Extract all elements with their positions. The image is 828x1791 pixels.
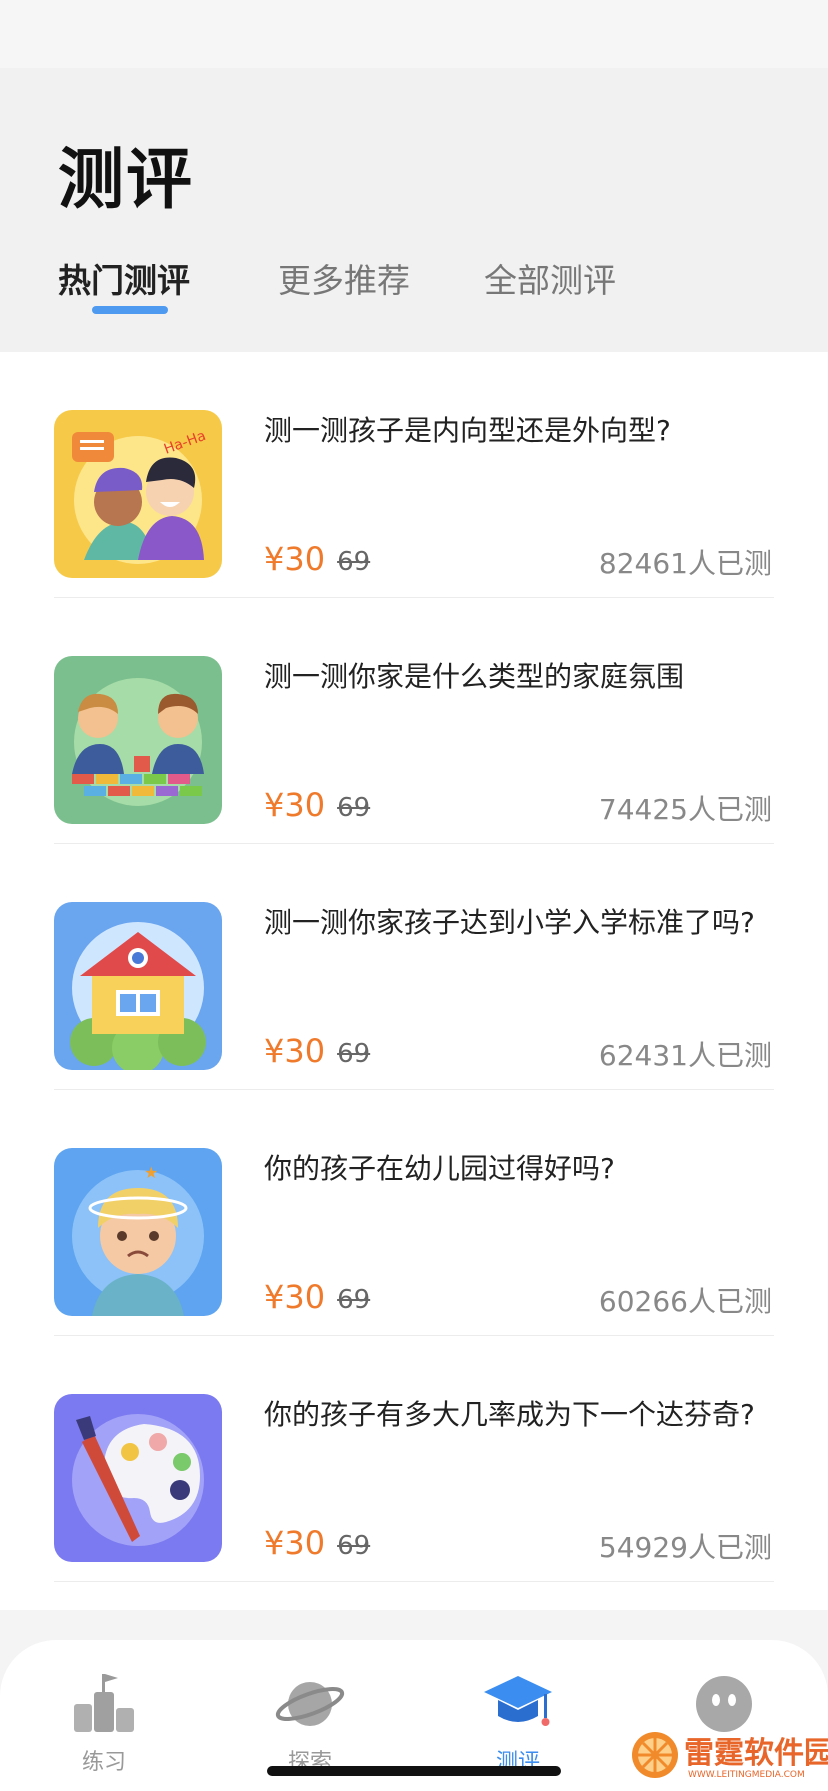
assessment-title: 你的孩子在幼儿园过得好吗? xyxy=(264,1152,615,1185)
assessment-list: Ha-Ha 测一测孩子是内向型还是外向型? ¥30 69 82461人已测 测一… xyxy=(0,352,828,1610)
price: ¥30 xyxy=(264,786,326,824)
assessment-title: 测一测你家是什么类型的家庭氛围 xyxy=(264,660,685,693)
watermark: 雷霆软件园 WWW.LEITINGMEDIA.COM xyxy=(630,1724,828,1786)
tab-all-assessments[interactable]: 全部测评 xyxy=(484,254,616,302)
divider xyxy=(54,1581,774,1582)
tab-explore[interactable]: 探索 xyxy=(250,1668,370,1778)
status-bar xyxy=(0,0,828,68)
price: ¥30 xyxy=(264,540,326,578)
assessment-card[interactable]: ★ 你的孩子在幼儿园过得好吗? ¥30 69 60266人已测 xyxy=(0,1090,828,1336)
tab-assessment[interactable]: 测评 xyxy=(458,1668,578,1778)
watermark-url: WWW.LEITINGMEDIA.COM xyxy=(688,1770,805,1780)
assessment-title: 测一测孩子是内向型还是外向型? xyxy=(264,414,671,447)
original-price: 69 xyxy=(337,793,371,823)
price: ¥30 xyxy=(264,1524,326,1562)
assessment-card[interactable]: 你的孩子有多大几率成为下一个达芬奇? ¥30 69 54929人已测 xyxy=(0,1336,828,1582)
participant-count: 62431人已测 xyxy=(598,1039,772,1072)
tab-more-recommendations[interactable]: 更多推荐 xyxy=(278,254,410,302)
tab-practice[interactable]: 练习 xyxy=(44,1668,164,1778)
price-row: ¥30 69 xyxy=(264,1278,370,1318)
original-price: 69 xyxy=(337,1039,371,1069)
kids-building-blocks-illustration xyxy=(54,656,222,824)
active-tab-indicator xyxy=(92,306,168,314)
original-price: 69 xyxy=(337,1285,371,1315)
price-row: ¥30 69 xyxy=(264,1032,370,1072)
page-title: 测评 xyxy=(58,141,194,218)
assessment-title: 测一测你家孩子达到小学入学标准了吗? xyxy=(264,906,755,939)
price-row: ¥30 69 xyxy=(264,786,370,826)
svg-text:★: ★ xyxy=(144,1163,158,1182)
participant-count: 60266人已测 xyxy=(598,1285,772,1318)
assessment-card[interactable]: Ha-Ha 测一测孩子是内向型还是外向型? ¥30 69 82461人已测 xyxy=(0,352,828,598)
tab-label: 练习 xyxy=(81,1750,126,1775)
two-kids-chatting-illustration: Ha-Ha xyxy=(54,410,222,578)
participant-count: 82461人已测 xyxy=(598,547,772,580)
participant-count: 74425人已测 xyxy=(598,793,772,826)
watermark-name: 雷霆软件园 xyxy=(684,1736,828,1771)
assessment-card[interactable]: 测一测你家是什么类型的家庭氛围 ¥30 69 74425人已测 xyxy=(0,598,828,844)
home-indicator xyxy=(267,1766,561,1776)
price: ¥30 xyxy=(264,1032,326,1070)
original-price: 69 xyxy=(337,547,371,577)
dizzy-child-illustration: ★ xyxy=(54,1148,222,1316)
paint-palette-illustration xyxy=(54,1394,222,1562)
planet-icon xyxy=(275,1682,345,1726)
orange-slice-logo-icon xyxy=(632,1732,678,1778)
assessment-card[interactable]: 测一测你家孩子达到小学入学标准了吗? ¥30 69 62431人已测 xyxy=(0,844,828,1090)
graduation-cap-icon xyxy=(484,1676,552,1726)
school-house-illustration xyxy=(54,902,222,1070)
assessment-title: 你的孩子有多大几率成为下一个达芬奇? xyxy=(264,1398,755,1431)
podium-flag-icon xyxy=(74,1674,134,1732)
price: ¥30 xyxy=(264,1278,326,1316)
price-row: ¥30 69 xyxy=(264,1524,370,1564)
tab-hot-assessments[interactable]: 热门测评 xyxy=(58,254,190,302)
price-row: ¥30 69 xyxy=(264,540,370,580)
original-price: 69 xyxy=(337,1531,371,1561)
participant-count: 54929人已测 xyxy=(598,1531,772,1564)
